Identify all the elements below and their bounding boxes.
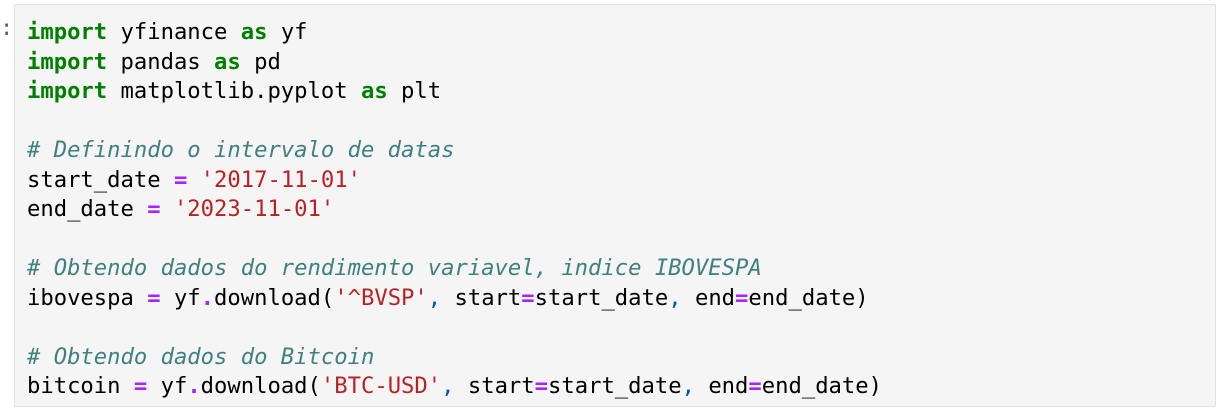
code-token: . xyxy=(187,373,201,399)
code-token: as xyxy=(240,19,268,45)
code-token: start_date xyxy=(27,166,174,193)
code-token: end xyxy=(681,284,736,311)
code-token: matplotlib.pyplot xyxy=(107,78,361,104)
code-token: download( xyxy=(200,373,321,399)
code-token: = xyxy=(173,166,188,193)
code-token: = xyxy=(748,373,762,399)
code-line: bitcoin = yf.download('BTC-USD', start=s… xyxy=(27,372,882,402)
code-line: ibovespa = yf.download('^BVSP', start=st… xyxy=(27,284,882,314)
code-cell-editor[interactable]: import yfinance as yf import pandas as pd… xyxy=(14,4,1216,407)
code-token: = xyxy=(147,196,161,222)
code-token: as xyxy=(214,48,241,75)
code-token: # Definindo o intervalo de datas xyxy=(27,137,455,163)
code-token: start xyxy=(454,373,535,399)
code-token: , xyxy=(681,373,695,399)
code-token: end_date) xyxy=(748,284,869,311)
code-token: download( xyxy=(214,284,335,311)
code-line: start_date = '2017-11-01' xyxy=(27,166,882,196)
code-token: import xyxy=(27,48,108,75)
code-token: end_date) xyxy=(761,373,882,399)
cell-prompt-marker: : xyxy=(0,16,14,41)
code-token: bitcoin xyxy=(27,373,134,399)
code-token: 'BTC-USD' xyxy=(320,373,442,399)
code-token: import xyxy=(27,19,108,45)
code-token: yfinance xyxy=(107,19,241,45)
code-token: , xyxy=(427,284,442,311)
code-token: = xyxy=(147,284,161,311)
code-line: import yfinance as yf xyxy=(27,18,882,48)
code-token: yf xyxy=(160,284,201,311)
code-token: = xyxy=(133,373,148,399)
code-token: = xyxy=(735,284,749,311)
code-token: start xyxy=(441,284,522,311)
code-token: yf xyxy=(267,19,308,45)
code-line: import pandas as pd xyxy=(27,48,882,78)
code-token: as xyxy=(360,78,388,104)
code-editor-text[interactable]: import yfinance as yf import pandas as pd… xyxy=(27,18,882,402)
code-line: # Definindo o intervalo de datas xyxy=(27,136,882,166)
code-token: start_date xyxy=(534,284,669,311)
code-token: pandas xyxy=(107,48,215,75)
code-line: # Obtendo dados do rendimento variavel, … xyxy=(27,254,882,284)
code-token: yf xyxy=(147,373,188,399)
code-token: # Obtendo dados do Bitcoin xyxy=(27,343,375,370)
code-token: import xyxy=(27,78,108,104)
code-token: = xyxy=(534,373,549,399)
code-token: plt xyxy=(387,78,442,104)
code-token: '2017-11-01' xyxy=(200,166,361,193)
code-line: end_date = '2023-11-01' xyxy=(27,195,882,225)
code-token: pd xyxy=(240,48,281,75)
code-token: , xyxy=(668,284,682,311)
code-token: = xyxy=(521,284,535,311)
code-token: end xyxy=(694,373,749,399)
code-token: end_date xyxy=(27,196,148,222)
code-line: # Obtendo dados do Bitcoin xyxy=(27,343,882,373)
code-token: '^BVSP' xyxy=(334,284,428,311)
code-token: ibovespa xyxy=(27,284,148,311)
code-line: import matplotlib.pyplot as plt xyxy=(27,77,882,107)
code-token: start_date xyxy=(548,373,682,399)
code-token: . xyxy=(200,284,215,311)
code-token: , xyxy=(441,373,455,399)
code-token: '2023-11-01' xyxy=(173,196,335,222)
code-token: # Obtendo dados do rendimento variavel, … xyxy=(27,255,762,281)
